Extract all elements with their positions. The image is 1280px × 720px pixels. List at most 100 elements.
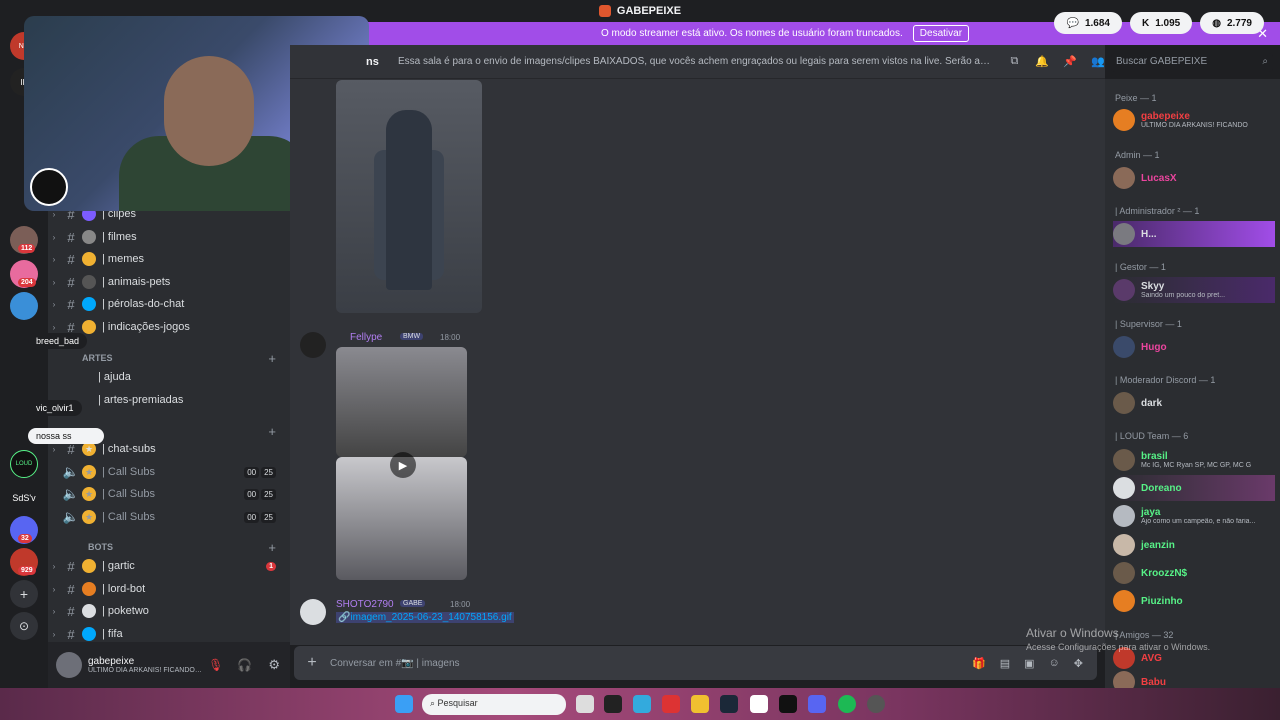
- user-status: ULTIMO DIA ARKANIS! FICANDO FORT...: [88, 667, 202, 674]
- wizard-image[interactable]: [336, 80, 482, 313]
- member-item[interactable]: Piuzinho: [1113, 588, 1275, 614]
- voice-channel[interactable]: 🔈 ★ | Call Subs 00 25: [48, 507, 290, 527]
- member-item[interactable]: Doreano: [1113, 475, 1275, 501]
- user-panel: gabepeixe ULTIMO DIA ARKANIS! FICANDO FO…: [48, 642, 290, 688]
- hash-icon: #: [67, 558, 75, 574]
- member-item[interactable]: dark: [1113, 390, 1275, 416]
- avatar[interactable]: [300, 599, 326, 625]
- video-thumbnail-top[interactable]: [336, 347, 467, 457]
- discord-icon[interactable]: [808, 695, 826, 713]
- avatar[interactable]: [300, 332, 326, 358]
- server-icon[interactable]: [10, 292, 38, 320]
- add-server-icon[interactable]: +: [10, 580, 38, 608]
- steam-icon[interactable]: [720, 695, 738, 713]
- voice-channel[interactable]: 🔈 ★ | Call Subs 00 25: [48, 462, 290, 482]
- gif-icon[interactable]: ▤: [1000, 657, 1010, 670]
- channel-fifa[interactable]: › # | fifa: [48, 624, 290, 644]
- apps-icon[interactable]: ✥: [1074, 657, 1083, 670]
- stat-globe: ◍ 2.779: [1200, 12, 1264, 34]
- globe-icon: ◍: [1212, 17, 1221, 29]
- app-icon[interactable]: [750, 695, 768, 713]
- settings-gear-icon[interactable]: ⚙: [268, 657, 280, 673]
- star-icon: ★: [82, 487, 96, 501]
- file-explorer-icon[interactable]: [576, 695, 594, 713]
- add-channel-icon[interactable]: +: [268, 424, 276, 439]
- capcut-icon[interactable]: [779, 695, 797, 713]
- unread-badge: 204: [18, 278, 36, 287]
- bell-icon[interactable]: 🔔: [1035, 55, 1049, 69]
- channel-poketwo[interactable]: › # | poketwo: [48, 601, 290, 621]
- mute-mic-icon[interactable]: 🎙: [208, 658, 223, 672]
- star-icon: ★: [82, 442, 96, 456]
- search-icon: ⌕: [1262, 56, 1268, 67]
- members-icon[interactable]: 👥: [1091, 55, 1105, 69]
- message-composer[interactable]: + Conversar em #📷 | imagens 🎁 ▤ ▣ ☺ ✥: [294, 646, 1097, 680]
- windows-start-icon[interactable]: [395, 695, 413, 713]
- category-artes[interactable]: ARTES: [82, 353, 113, 363]
- member-group-header: Admin — 1: [1115, 150, 1160, 160]
- viewer-stats: 💬 1.684 K 1.095 ◍ 2.779: [1054, 12, 1264, 34]
- emoji-icon[interactable]: ☺: [1049, 657, 1060, 669]
- opera-icon[interactable]: [662, 695, 680, 713]
- category-bots[interactable]: BOTS: [88, 542, 113, 552]
- spotify-icon[interactable]: [838, 695, 856, 713]
- composer-input[interactable]: Conversar em #📷 | imagens: [330, 658, 972, 669]
- banner-text: O modo streamer está ativo. Os nomes de …: [600, 28, 903, 39]
- pin-icon[interactable]: 📌: [1063, 55, 1077, 69]
- channel-animais-pets[interactable]: › # | animais-pets: [48, 272, 290, 292]
- role-tag: BMW: [400, 333, 424, 340]
- message-time: 18:00: [440, 333, 461, 342]
- channel-ajuda[interactable]: | ajuda: [48, 367, 290, 387]
- member-item[interactable]: jaya Ajo como um campeão, e não faria...: [1113, 503, 1275, 529]
- channel-perolas[interactable]: › # | pérolas-do-chat: [48, 294, 290, 314]
- taskbar-search[interactable]: ⌕ Pesquisar: [422, 694, 566, 715]
- add-channel-icon[interactable]: +: [268, 540, 276, 555]
- overlay-user-label: breed_bad: [28, 333, 88, 349]
- gift-icon[interactable]: 🎁: [972, 657, 986, 670]
- channel-lord-bot[interactable]: › # | lord-bot: [48, 579, 290, 599]
- member-item[interactable]: brasil Mc IG, MC Ryan SP, MC GP, MC G: [1113, 447, 1275, 473]
- disable-streamer-button[interactable]: Desativar: [912, 25, 970, 42]
- server-icon-sdsv[interactable]: SdS'v: [10, 484, 38, 512]
- member-item[interactable]: gabepeixe ULTIMO DIA ARKANIS! FICANDO: [1113, 107, 1275, 133]
- headphones-icon[interactable]: 🎧: [237, 658, 252, 672]
- member-item[interactable]: LucasX: [1113, 165, 1275, 191]
- add-attachment-icon[interactable]: +: [294, 654, 330, 672]
- discover-icon[interactable]: ⊙: [10, 612, 38, 640]
- member-item[interactable]: jeanzin: [1113, 532, 1275, 558]
- role-tag: GABE: [400, 600, 426, 607]
- avatar[interactable]: [56, 652, 82, 678]
- channel-gartic[interactable]: › # | gartic 1: [48, 556, 290, 576]
- add-channel-icon[interactable]: +: [268, 351, 276, 366]
- channel-artes-premiadas[interactable]: | artes-premiadas: [48, 390, 290, 410]
- message-author[interactable]: Fellype: [350, 332, 382, 343]
- member-item[interactable]: Hugo: [1113, 334, 1275, 360]
- member-item[interactable]: H...: [1113, 221, 1275, 247]
- channel-memes[interactable]: › # | memes: [48, 249, 290, 269]
- play-icon[interactable]: ▶: [390, 452, 416, 478]
- avatar: [1113, 167, 1135, 189]
- chatgpt-icon[interactable]: [867, 695, 885, 713]
- threads-icon[interactable]: ⧉: [1007, 55, 1021, 69]
- windows-activation-watermark: Ativar o Windows: [1026, 626, 1119, 640]
- voice-channel[interactable]: 🔈 ★ | Call Subs 00 25: [48, 484, 290, 504]
- member-item[interactable]: KroozzN$: [1113, 560, 1275, 586]
- folder-icon[interactable]: [691, 695, 709, 713]
- channel-indicacoes[interactable]: › # | indicações-jogos: [48, 317, 290, 337]
- search-input[interactable]: Buscar GABEPEIXE ⌕: [1111, 53, 1273, 72]
- copilot-icon[interactable]: [633, 695, 651, 713]
- message-author[interactable]: SHOTO2790: [336, 599, 394, 610]
- avatar: [1113, 336, 1135, 358]
- taskbar: ⌕ Pesquisar: [0, 688, 1280, 720]
- sticker-icon[interactable]: ▣: [1024, 657, 1034, 670]
- attachment-link[interactable]: 🔗imagem_2025-06-23_140758156.gif: [336, 612, 514, 623]
- star-icon: ★: [82, 510, 96, 524]
- app-icon[interactable]: [604, 695, 622, 713]
- unread-badge: 112: [18, 244, 36, 253]
- member-item[interactable]: Skyy Saindo um pouco do pret...: [1113, 277, 1275, 303]
- channel-filmes[interactable]: › # | filmes: [48, 227, 290, 247]
- server-icon-loud[interactable]: LOUD: [10, 450, 38, 478]
- windows-activation-subtext: Acesse Configurações para ativar o Windo…: [1026, 642, 1211, 652]
- unread-badge: 32: [18, 534, 32, 543]
- speaker-icon: 🔈: [62, 464, 80, 479]
